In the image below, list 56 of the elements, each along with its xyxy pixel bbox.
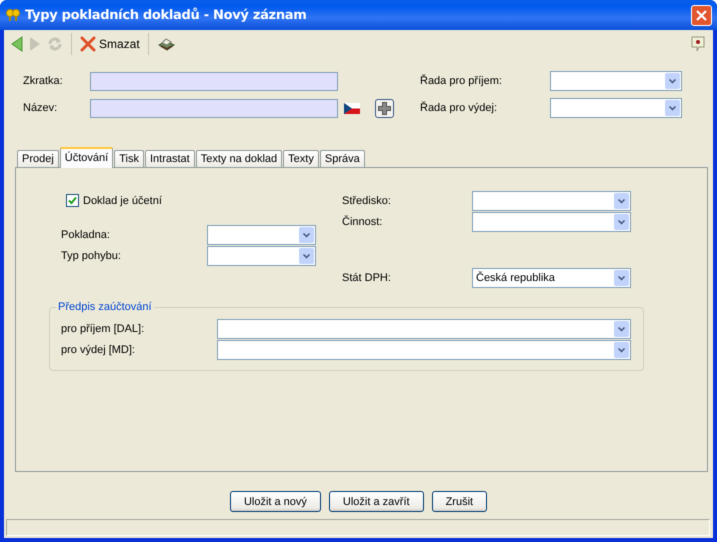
chevron-down-icon [669, 78, 676, 84]
chevron-down-icon [303, 254, 310, 258]
field-label: Název: [23, 102, 58, 114]
combo-box[interactable] [207, 246, 316, 266]
input-field[interactable] [90, 72, 338, 90]
flag-icon[interactable] [344, 102, 360, 114]
chevron-down-icon [618, 220, 625, 224]
add-button[interactable] [375, 98, 394, 118]
delete-button[interactable]: Smazat [78, 33, 142, 55]
tab[interactable]: Intrastat [144, 150, 195, 167]
field-label: Středisko: [342, 195, 392, 207]
dialog-button[interactable]: Uložit a nový [230, 491, 321, 512]
field-label: Pokladna: [61, 229, 111, 241]
field-label: pro příjem [DAL]: [61, 323, 146, 335]
keys-icon [5, 8, 21, 22]
chevron-down-icon [618, 326, 625, 332]
combo-box[interactable] [472, 191, 631, 211]
close-button[interactable] [691, 4, 712, 26]
tab[interactable]: Texty [283, 150, 319, 167]
checkbox-label: Doklad je účetní [83, 194, 162, 206]
check-icon [68, 196, 77, 205]
chevron-down-icon [669, 106, 676, 110]
field-label: Řada pro výdej: [420, 102, 498, 114]
tab[interactable]: Správa [320, 150, 365, 167]
combo-box[interactable] [207, 225, 316, 245]
tab[interactable]: Texty na doklad [196, 150, 282, 167]
window-title: Typy pokladních dokladů - Nový záznam [25, 8, 308, 22]
chevron-down-icon [303, 232, 310, 238]
help-icon[interactable] [691, 36, 705, 52]
field-label: Typ pohybu: [61, 250, 122, 262]
dialog-button[interactable]: Zrušit [432, 491, 488, 512]
field-label: Řada pro příjem: [420, 75, 503, 87]
group-title: Předpis zaúčtování [56, 301, 154, 313]
field-label: Zkratka: [23, 75, 64, 87]
chevron-down-icon [618, 348, 625, 352]
chevron-down-icon [618, 198, 625, 204]
combo-box[interactable] [472, 212, 631, 232]
back-arrow-icon[interactable] [11, 36, 23, 52]
tab[interactable]: Prodej [17, 150, 59, 167]
combo-box[interactable]: Česká republika [472, 268, 631, 288]
close-icon [696, 10, 707, 20]
field-label: pro výdej [MD]: [61, 344, 136, 356]
tab[interactable]: Tisk [114, 150, 144, 167]
combo-box[interactable] [550, 98, 682, 118]
checkbox[interactable] [66, 194, 79, 207]
chevron-down-icon [618, 276, 625, 280]
input-field[interactable] [90, 98, 338, 118]
combo-box[interactable] [217, 319, 631, 339]
dialog-button[interactable]: Uložit a zavřít [328, 491, 424, 512]
plus-icon [378, 102, 391, 114]
delete-x-icon [80, 36, 96, 52]
tab[interactable]: Účtování [60, 147, 114, 168]
field-label: Činnost: [342, 216, 384, 228]
field-label: Stát DPH: [342, 272, 392, 284]
combo-box[interactable] [550, 71, 682, 91]
combo-box[interactable] [217, 340, 631, 360]
